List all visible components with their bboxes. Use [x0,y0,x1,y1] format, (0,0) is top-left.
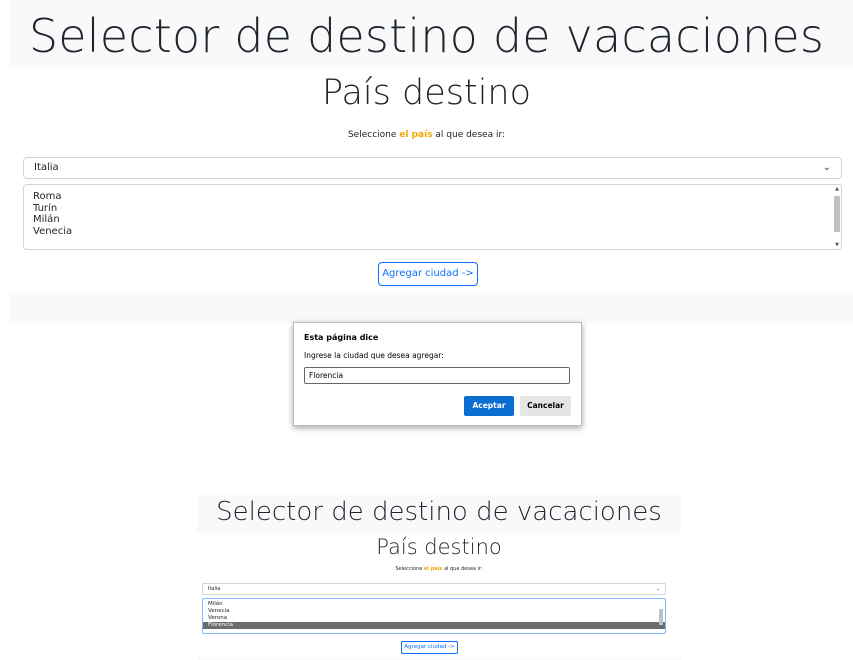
country-select-value: Italia [34,162,59,173]
dialog-title: Esta página dice [304,333,379,342]
list-item-selected[interactable]: Florencia [203,622,665,629]
instruction-text: Seleccione el país al que desea ir: [0,130,853,140]
page-title: Selector de destino de vacaciones [28,9,825,63]
instruction-part: Seleccione [395,566,424,572]
city-input[interactable]: Florencia [304,367,570,384]
cancel-button[interactable]: Cancelar [520,396,571,416]
instruction-highlight: el país [423,566,443,572]
list-item[interactable]: Venecia [33,226,832,238]
scroll-down-icon[interactable]: ▼ [834,242,840,248]
scrollbar-thumb[interactable] [659,609,663,625]
country-select[interactable]: Italia ⌄ [23,157,842,179]
instruction-part: al que desea ir: [442,566,483,572]
prompt-dialog: Esta página dice Ingrese la ciudad que d… [293,322,582,426]
list-item[interactable]: Roma [33,191,832,203]
list-item[interactable]: Verona [203,615,665,622]
chevron-down-icon: ⌄ [655,586,660,592]
scrollbar[interactable] [658,600,664,632]
city-list[interactable]: Roma Turín Milán Venecia [23,184,842,250]
scroll-up-icon[interactable]: ▲ [834,186,840,192]
instruction-highlight: el país [399,130,433,140]
chevron-down-icon: ⌄ [822,162,831,173]
section-heading: País destino [376,535,502,559]
country-select[interactable]: Italia ⌄ [202,583,666,595]
list-item[interactable]: Milán [203,601,665,608]
add-city-button[interactable]: Agregar ciudad -> [378,262,478,286]
instruction-part: Seleccione [347,130,400,140]
city-list[interactable]: Milán Venecia Verona Florencia [202,598,666,634]
footer-bar [9,292,853,323]
scrollbar[interactable]: ▲ ▼ [833,186,841,248]
accept-button[interactable]: Aceptar [464,396,514,416]
dialog-message: Ingrese la ciudad que desea agregar: [304,351,444,360]
list-item[interactable]: Milán [33,214,832,226]
instruction-text: Seleccione el país al que desea ir: [197,566,681,572]
add-city-button[interactable]: Agregar ciudad -> [401,641,458,654]
scrollbar-thumb[interactable] [834,196,840,232]
section-heading: País destino [321,73,532,113]
page-title: Selector de destino de vacaciones [216,497,662,527]
list-item[interactable]: Venecia [203,608,665,615]
list-item[interactable]: Turín [33,203,832,215]
country-select-value: Italia [208,586,221,592]
instruction-part: al que desea ir: [432,130,506,140]
